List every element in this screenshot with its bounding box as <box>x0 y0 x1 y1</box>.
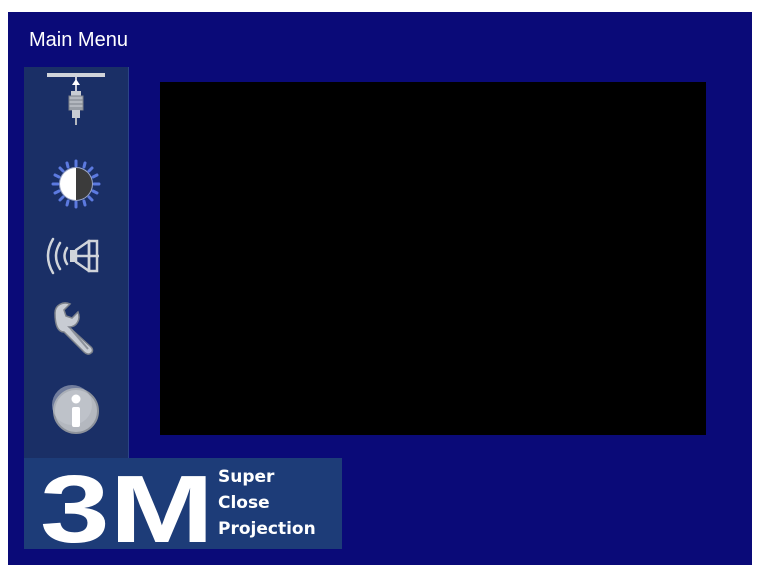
wrench-icon <box>54 302 94 355</box>
sidebar-item-audio[interactable] <box>24 221 128 291</box>
keystone-adjust-icon <box>47 73 105 125</box>
brightness-dial-icon <box>51 159 101 209</box>
menu-title: Main Menu <box>29 29 128 51</box>
speaker-sound-icon <box>46 237 99 275</box>
logo-line-super: Super <box>218 467 275 487</box>
sidebar-item-information[interactable] <box>24 375 128 445</box>
logo-tagline: Super Close Projection <box>218 464 316 542</box>
svg-text:3M: 3M <box>40 460 214 548</box>
sidebar-item-picture-adjust[interactable] <box>24 67 128 137</box>
3m-logo-mark: 3M <box>40 460 214 548</box>
sidebar-item-brightness[interactable] <box>24 149 128 219</box>
video-preview-area <box>160 82 706 435</box>
logo-line-close: Close <box>218 493 270 513</box>
sidebar-item-setup[interactable] <box>24 293 128 363</box>
sidebar-menu <box>24 67 129 460</box>
logo-line-projection: Projection <box>218 519 316 539</box>
info-icon <box>52 385 99 434</box>
brand-logo: 3M Super Close Projection <box>24 458 342 549</box>
